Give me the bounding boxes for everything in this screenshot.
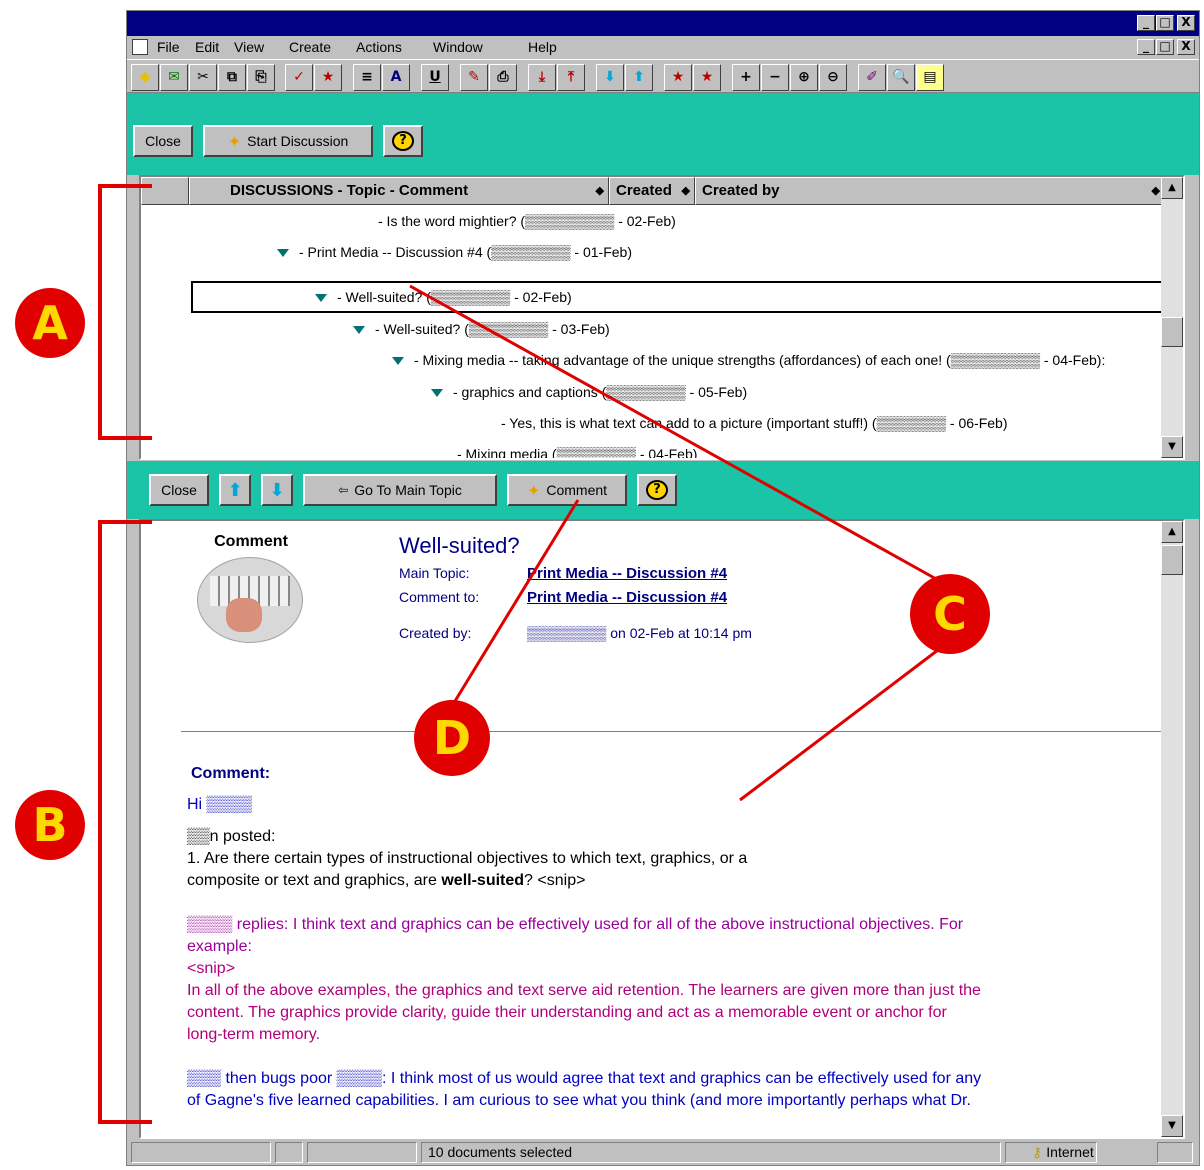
bracket-a xyxy=(98,184,152,440)
bracket-b xyxy=(98,520,152,1124)
annotation-b: B xyxy=(15,790,85,860)
pointer-c-top xyxy=(409,284,939,582)
annotation-d: D xyxy=(414,700,490,776)
annotation-c: C xyxy=(910,574,990,654)
pointer-c-bottom xyxy=(739,648,939,802)
annotation-a: A xyxy=(15,288,85,358)
annotation-overlay xyxy=(98,184,939,1124)
pointer-d xyxy=(450,499,580,707)
